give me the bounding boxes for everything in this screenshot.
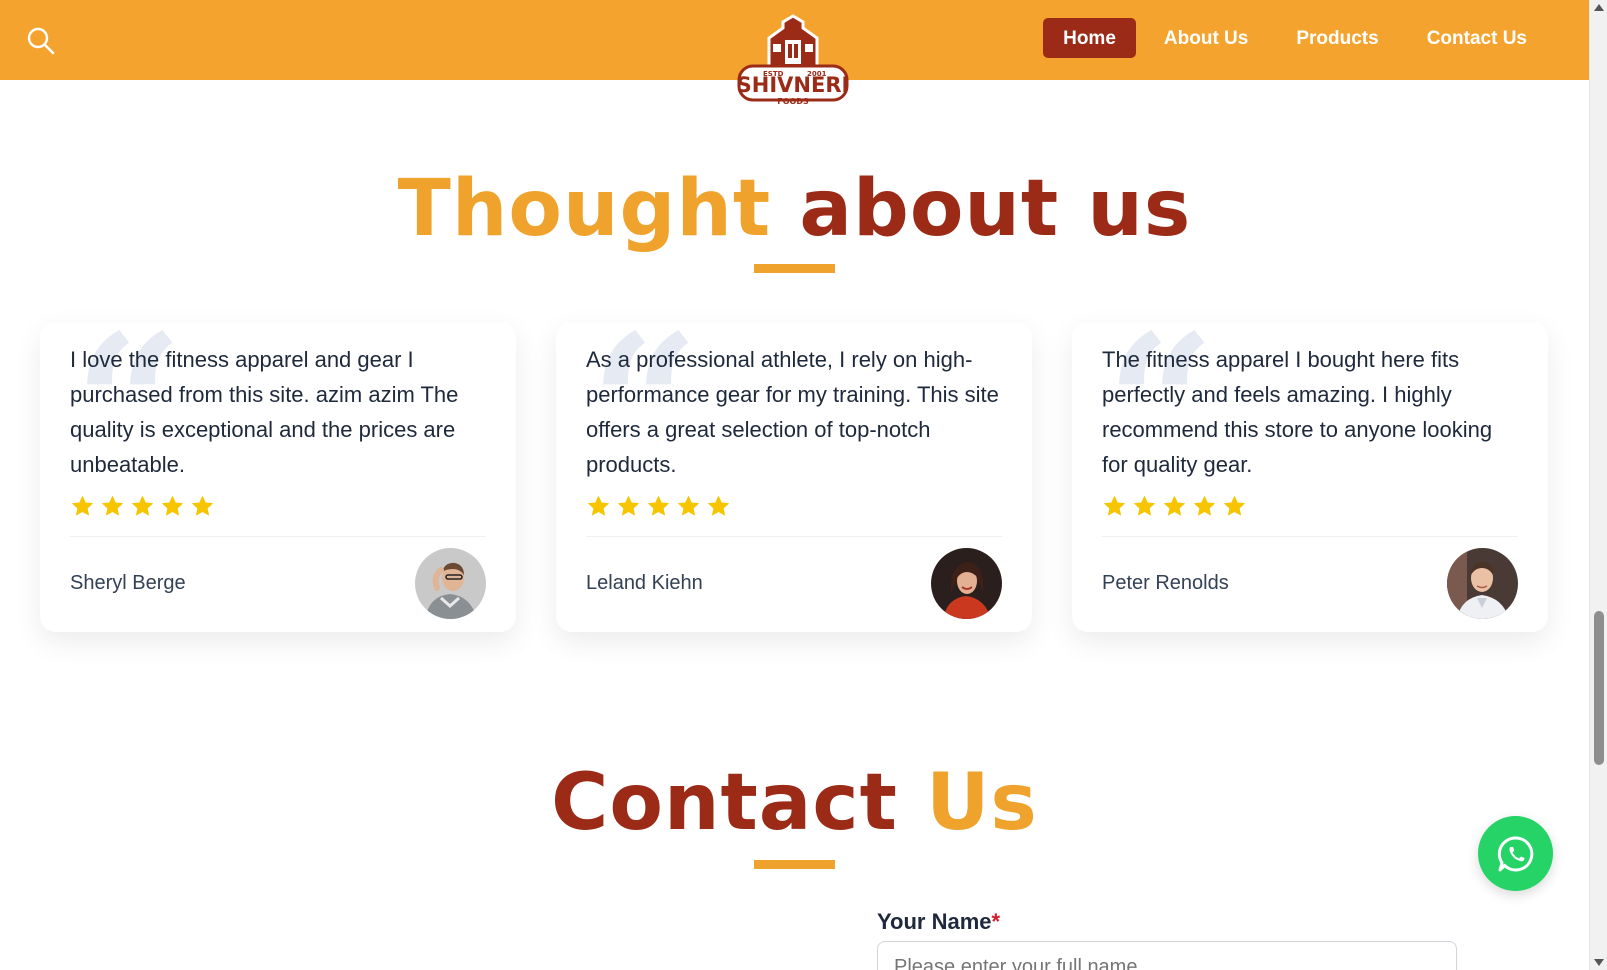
star-icon (161, 495, 184, 516)
card-divider (70, 536, 486, 537)
nav-home[interactable]: Home (1043, 18, 1136, 58)
whatsapp-icon (1497, 835, 1533, 871)
search-button[interactable] (26, 26, 56, 56)
contact-title: Contact Us (0, 758, 1589, 848)
star-icon (1193, 495, 1216, 516)
page-scrollbar[interactable] (1589, 0, 1607, 970)
testimonial-text: As a professional athlete, I rely on hig… (586, 347, 999, 477)
star-icon (587, 495, 610, 516)
reviewer-name: Leland Kiehn (586, 572, 703, 594)
testimonials-title-underline (754, 264, 835, 273)
star-icon (707, 495, 730, 516)
star-icon (617, 495, 640, 516)
star-icon (677, 495, 700, 516)
star-icon (647, 495, 670, 516)
rating-stars (586, 494, 1002, 520)
testimonial-card: “ As a professional athlete, I rely on h… (556, 310, 1032, 632)
star-icon (101, 495, 124, 516)
reviewer-avatar (415, 548, 486, 619)
scroll-up-arrow-icon[interactable] (1594, 4, 1604, 11)
testimonial-card: “ The fitness apparel I bought here fits… (1072, 310, 1548, 632)
card-divider (1102, 536, 1518, 537)
star-icon (71, 495, 94, 516)
logo-sub: FOODS (777, 97, 809, 106)
brand-logo[interactable]: ESTD 2001 SHIVNERI FOODS (733, 14, 853, 112)
name-input[interactable] (877, 941, 1457, 970)
card-divider (586, 536, 1002, 537)
star-icon (1103, 495, 1126, 516)
testimonials-title: Thought about us (0, 164, 1589, 254)
testimonials-title-part2: about us (799, 164, 1192, 254)
search-icon (27, 27, 55, 55)
required-mark: * (991, 909, 1001, 934)
star-icon (1163, 495, 1186, 516)
testimonial-list: “ I love the fitness apparel and gear I … (40, 310, 1548, 632)
reviewer-avatar (931, 548, 1002, 619)
rating-stars (1102, 494, 1518, 520)
logo-brand: SHIVNERI (737, 73, 850, 97)
reviewer-name: Sheryl Berge (70, 572, 186, 594)
whatsapp-button[interactable] (1478, 816, 1553, 891)
reviewer-avatar (1447, 548, 1518, 619)
contact-title-part2: Us (926, 758, 1038, 848)
rating-stars (70, 494, 486, 520)
main-nav: Home About Us Products Contact Us (1043, 18, 1547, 58)
reviewer-name: Peter Renolds (1102, 572, 1229, 594)
testimonial-card: “ I love the fitness apparel and gear I … (40, 310, 516, 632)
scroll-thumb[interactable] (1594, 611, 1604, 765)
star-icon (1133, 495, 1156, 516)
testimonial-text: The fitness apparel I bought here fits p… (1102, 347, 1493, 477)
contact-title-part1: Contact (551, 758, 898, 848)
nav-contact-us[interactable]: Contact Us (1407, 18, 1547, 58)
nav-about-us[interactable]: About Us (1144, 18, 1268, 58)
name-field-label: Your Name* (877, 909, 1000, 935)
scroll-down-arrow-icon[interactable] (1594, 959, 1604, 966)
star-icon (131, 495, 154, 516)
star-icon (191, 495, 214, 516)
testimonial-text: I love the fitness apparel and gear I pu… (70, 347, 459, 477)
star-icon (1223, 495, 1246, 516)
contact-title-underline (754, 860, 835, 869)
nav-products[interactable]: Products (1276, 18, 1398, 58)
testimonials-title-part1: Thought (397, 164, 772, 254)
name-label-text: Your Name (877, 909, 992, 934)
